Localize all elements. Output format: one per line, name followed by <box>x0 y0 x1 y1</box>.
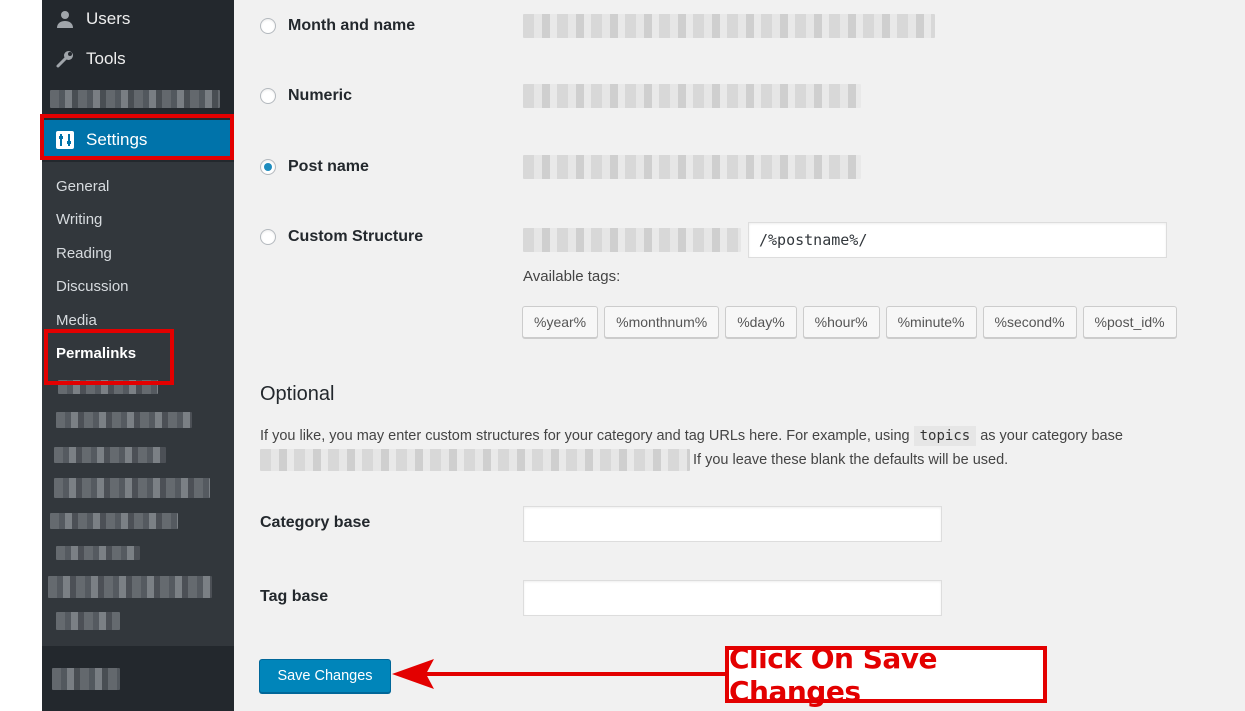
wrench-icon <box>54 49 76 69</box>
desc-code-example: topics <box>913 426 977 446</box>
option-month-and-name[interactable]: Month and name <box>260 17 415 35</box>
tag-day-button[interactable]: %day% <box>725 306 797 338</box>
blurred-submenu-item <box>54 478 210 498</box>
blurred-submenu-item <box>56 612 120 630</box>
tag-minute-button[interactable]: %minute% <box>885 306 977 338</box>
highlight-settings-annotation <box>40 114 234 160</box>
highlight-permalinks-annotation <box>44 329 174 385</box>
tag-monthnum-button[interactable]: %monthnum% <box>604 306 720 338</box>
category-base-input[interactable] <box>523 506 942 542</box>
radio-numeric[interactable] <box>260 88 276 104</box>
tag-post-id-button[interactable]: %post_id% <box>1082 306 1177 338</box>
optional-description-line2: If you leave these blank the defaults wi… <box>693 452 1009 468</box>
tag-year-button[interactable]: %year% <box>522 306 599 338</box>
permalink-settings-content: Month and name Numeric Post name Custom … <box>234 0 1245 711</box>
blurred-example-url <box>523 84 861 108</box>
custom-structure-input[interactable] <box>748 222 1167 258</box>
tag-base-label: Tag base <box>260 588 329 605</box>
desc-text: as your category base <box>980 428 1123 444</box>
menu-users[interactable]: Users <box>42 0 234 38</box>
option-post-name[interactable]: Post name <box>260 158 369 176</box>
blurred-example-url <box>523 155 861 179</box>
available-tags-label: Available tags: <box>523 268 621 285</box>
available-tags: %year% %monthnum% %day% %hour% %minute% … <box>522 306 1177 338</box>
radio-custom-structure[interactable] <box>260 229 276 245</box>
submenu-media[interactable]: Media <box>56 312 97 329</box>
save-changes-callout: Click On Save Changes <box>725 642 1047 708</box>
blurred-example-url <box>260 449 690 471</box>
menu-tools-label: Tools <box>86 49 126 68</box>
save-changes-button[interactable]: Save Changes <box>259 659 391 693</box>
users-icon <box>54 9 76 29</box>
tag-hour-button[interactable]: %hour% <box>802 306 880 338</box>
option-numeric[interactable]: Numeric <box>260 87 352 105</box>
blurred-submenu-item <box>48 576 212 598</box>
option-label: Custom Structure <box>288 228 424 245</box>
option-label: Post name <box>288 158 369 175</box>
option-custom-structure[interactable]: Custom Structure <box>260 228 423 246</box>
submenu-discussion[interactable]: Discussion <box>56 278 129 295</box>
desc-text: If you like, you may enter custom struct… <box>260 428 910 444</box>
optional-description: If you like, you may enter custom struct… <box>260 426 1123 446</box>
menu-users-label: Users <box>86 9 131 28</box>
menu-tools[interactable]: Tools <box>42 39 234 79</box>
blurred-example-url <box>523 14 935 38</box>
option-label: Numeric <box>288 87 353 104</box>
blurred-submenu-item <box>56 546 140 560</box>
blurred-submenu-item <box>50 513 178 529</box>
category-base-label: Category base <box>260 514 371 531</box>
optional-section-title: Optional <box>260 383 335 405</box>
settings-submenu: General Writing Reading Discussion Media… <box>42 162 234 646</box>
submenu-writing[interactable]: Writing <box>56 211 102 228</box>
radio-post-name[interactable] <box>260 159 276 175</box>
blurred-base-url <box>523 228 741 252</box>
blurred-menu-item <box>50 90 220 108</box>
radio-month-and-name[interactable] <box>260 18 276 34</box>
blurred-submenu-item <box>54 447 166 463</box>
submenu-general[interactable]: General <box>56 178 109 195</box>
blurred-menu-item <box>52 668 120 690</box>
tag-second-button[interactable]: %second% <box>982 306 1077 338</box>
submenu-reading[interactable]: Reading <box>56 245 112 262</box>
blurred-submenu-item <box>56 412 192 428</box>
annotation-arrow <box>392 659 728 689</box>
option-label: Month and name <box>288 17 416 34</box>
tag-base-input[interactable] <box>523 580 942 616</box>
